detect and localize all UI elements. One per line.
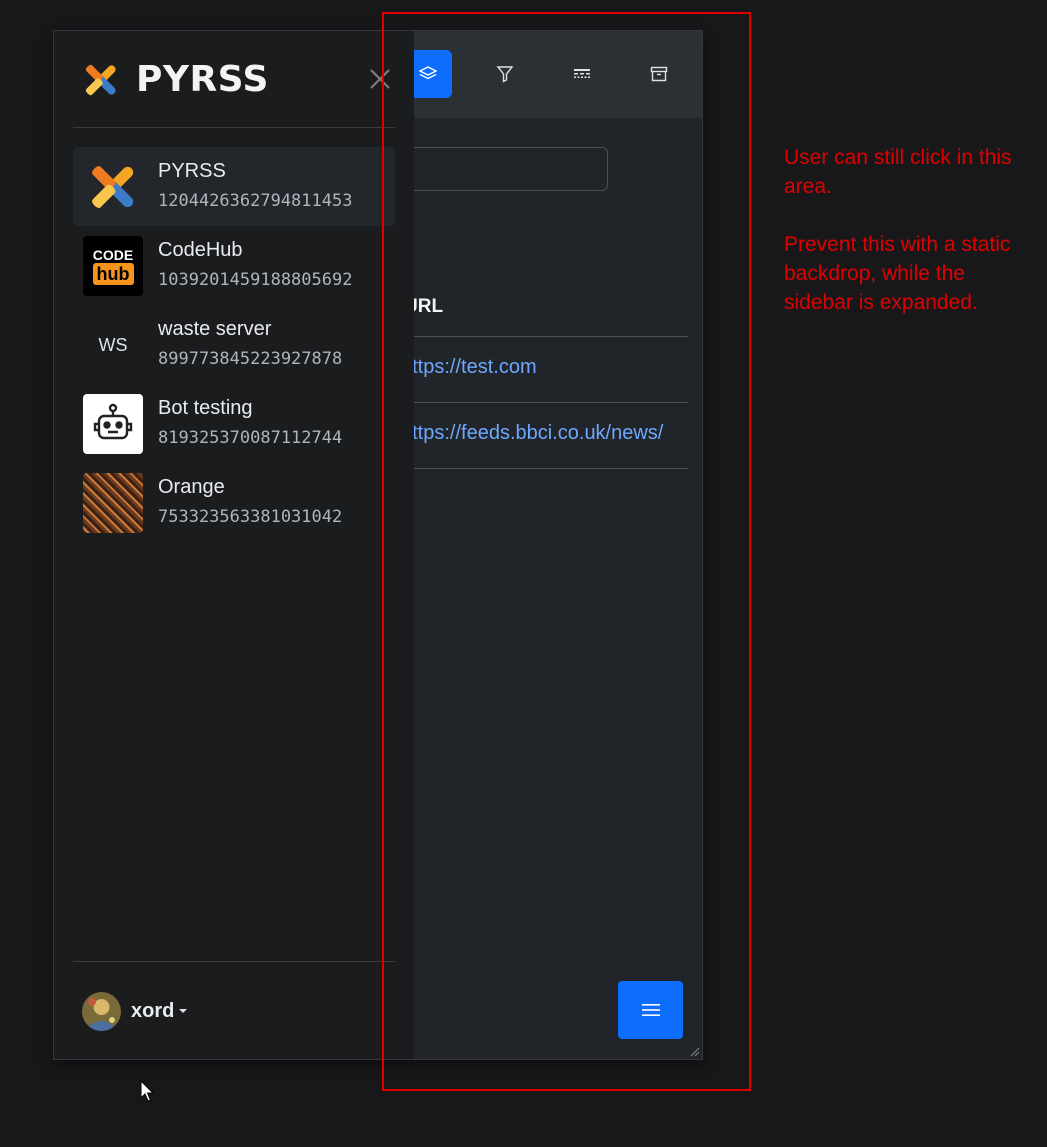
server-list: PYRSS 1204426362794811453 CODE hub CodeH… — [73, 147, 395, 542]
brand-name: PYRSS — [136, 59, 269, 100]
orange-pattern-icon — [83, 473, 143, 533]
server-id: 753323563381031042 — [158, 507, 343, 527]
highlight-box — [382, 12, 751, 1091]
mouse-cursor-icon — [140, 1080, 155, 1102]
pyrss-server-icon — [83, 157, 143, 217]
server-item-orange[interactable]: Orange 753323563381031042 — [73, 463, 395, 542]
username: xord — [131, 999, 175, 1022]
server-name: Orange — [158, 476, 225, 498]
server-item-codehub[interactable]: CODE hub CodeHub 1039201459188805692 — [73, 226, 395, 305]
server-initials-icon: WS — [98, 334, 128, 355]
server-item-pyrss[interactable]: PYRSS 1204426362794811453 — [73, 147, 395, 226]
server-name: Bot testing — [158, 397, 253, 419]
user-menu[interactable]: xord — [82, 991, 188, 1031]
sidebar-divider — [73, 127, 395, 128]
server-item-waste-server[interactable]: WS waste server 899773845223927878 — [73, 305, 395, 384]
user-avatar — [82, 991, 121, 1031]
pyrss-logo-icon — [85, 64, 116, 96]
server-name: waste server — [158, 318, 272, 340]
server-item-bot-testing[interactable]: Bot testing 819325370087112744 — [73, 384, 395, 463]
annotation-text: Prevent this with a static backdrop, whi… — [784, 233, 1011, 314]
sidebar: PYRSS PYRSS 1204426362794811453 CODE hub… — [54, 31, 414, 1059]
annotation-note: User can still click in this area. Preve… — [784, 143, 1024, 346]
server-id: 1039201459188805692 — [158, 270, 353, 290]
server-name: CodeHub — [158, 239, 243, 261]
server-id: 899773845223927878 — [158, 349, 343, 369]
codehub-logo-icon: CODE hub — [83, 236, 143, 296]
annotation-text: User can still click in this area. — [784, 146, 1012, 198]
robot-icon — [83, 394, 143, 454]
sidebar-divider — [73, 961, 395, 962]
chevron-down-icon — [179, 1009, 188, 1013]
server-name: PYRSS — [158, 160, 226, 182]
server-id: 1204426362794811453 — [158, 191, 353, 211]
server-id: 819325370087112744 — [158, 428, 343, 448]
